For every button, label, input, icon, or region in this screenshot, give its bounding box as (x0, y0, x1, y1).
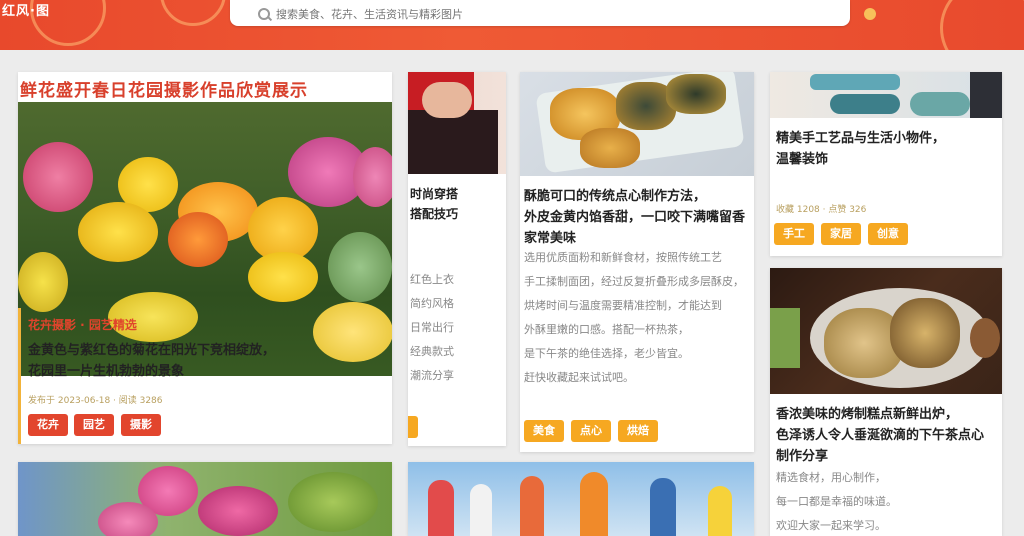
person-image[interactable] (408, 72, 506, 174)
site-logo[interactable]: 红风·图 (2, 0, 50, 19)
search-bar[interactable] (230, 0, 850, 26)
card-title-line: 温馨装饰 (776, 152, 829, 167)
card-text: 精选食材，用心制作， 每一口都是幸福的味道。 欢迎大家一起来学习。 (776, 466, 1000, 536)
top-header: 红风·图 (0, 0, 1024, 50)
card-text-line: 时尚穿搭 (410, 187, 459, 201)
search-input[interactable] (274, 4, 698, 24)
flower-card[interactable] (18, 462, 392, 536)
notification-icon[interactable] (864, 8, 876, 20)
children-image[interactable] (408, 462, 754, 536)
card-text: 选用优质面粉和新鲜食材，按照传统工艺 手工揉制面团，经过反复折叠形成多层酥皮， … (524, 246, 752, 390)
card-title[interactable]: 香浓美味的烤制糕点新鲜出炉， 色泽诱人令人垂涎欲滴的下午茶点心 制作分享 (776, 404, 1000, 467)
tag-button[interactable] (408, 416, 418, 438)
card-text-line: 烘烤时间与温度需要精准控制，才能达到 (524, 299, 722, 312)
card-text-line: 手工揉制面团，经过反复折叠形成多层酥皮， (524, 275, 744, 288)
card-title-line: 色泽诱人令人垂涎欲滴的下午茶点心 (776, 428, 985, 443)
tag-button[interactable]: 摄影 (121, 414, 161, 436)
tag-button[interactable]: 创意 (868, 223, 908, 245)
card-category: 花卉摄影 · 园艺精选 (28, 318, 137, 332)
card-text-line: 精选食材，用心制作， (776, 471, 886, 484)
food-card[interactable]: 香浓美味的烤制糕点新鲜出炉， 色泽诱人令人垂涎欲滴的下午茶点心 制作分享 精选食… (770, 268, 1002, 536)
card-text-line: 经典款式 (410, 345, 454, 358)
tag-button[interactable]: 花卉 (28, 414, 68, 436)
card-text-line: 赶快收藏起来试试吧。 (524, 371, 634, 384)
card-title-line: 花园里一片生机勃勃的景象 (28, 364, 185, 379)
tag-button[interactable]: 美食 (524, 420, 564, 442)
card-text-line: 简约风格 (410, 297, 454, 310)
card-title-line: 外皮金黄内馅香甜，一口咬下满嘴留香 (524, 210, 746, 225)
card-title: 时尚穿搭 搭配技巧 (410, 184, 506, 224)
card-text-line: 潮流分享 (410, 369, 454, 382)
card-meta: 发布于 2023-06-18 · 阅读 3286 (28, 396, 163, 406)
card-banner: 鲜花盛开春日花园摄影作品欣赏展示 (20, 81, 308, 101)
card-title-line: 金黄色与紫红色的菊花在阳光下竞相绽放， (28, 343, 276, 358)
card-title[interactable]: 精美手工艺品与生活小物件， 温馨装饰 (776, 128, 1000, 170)
card-title-line: 酥脆可口的传统点心制作方法， (524, 189, 707, 204)
card-title-line: 香浓美味的烤制糕点新鲜出炉， (776, 407, 959, 422)
card-text-line: 选用优质面粉和新鲜食材，按照传统工艺 (524, 251, 722, 264)
card-text-line: 是下午茶的绝佳选择，老少皆宜。 (524, 347, 689, 360)
tag-button[interactable]: 烘焙 (618, 420, 658, 442)
flower-image[interactable] (18, 102, 392, 376)
card-meta: 收藏 1208 · 点赞 326 (776, 205, 867, 215)
header-decoration (940, 0, 1024, 50)
card-text: 红色上衣 简约风格 日常出行 经典款式 潮流分享 (410, 268, 506, 388)
card-title-line: 制作分享 (776, 449, 829, 464)
tag-button[interactable]: 园艺 (74, 414, 114, 436)
card-text-line: 日常出行 (410, 321, 454, 334)
pastry-image[interactable] (520, 72, 754, 176)
card-title-line: 精美手工艺品与生活小物件， (776, 131, 946, 146)
search-icon[interactable] (258, 8, 270, 20)
craft-image[interactable] (770, 72, 1002, 118)
kids-card[interactable] (408, 462, 754, 536)
card-text-line: 外酥里嫩的口感。搭配一杯热茶， (524, 323, 689, 336)
card-text-line: 欢迎大家一起来学习。 (776, 519, 886, 532)
card-title[interactable]: 酥脆可口的传统点心制作方法， 外皮金黄内馅香甜，一口咬下满嘴留香 家常美味 (524, 186, 752, 249)
tag-button[interactable]: 点心 (571, 420, 611, 442)
craft-card[interactable]: 精美手工艺品与生活小物件， 温馨装饰 收藏 1208 · 点赞 326 手工 家… (770, 72, 1002, 256)
food-card[interactable]: 酥脆可口的传统点心制作方法， 外皮金黄内馅香甜，一口咬下满嘴留香 家常美味 选用… (520, 72, 754, 452)
tag-button[interactable]: 手工 (774, 223, 814, 245)
card-text-line: 搭配技巧 (410, 207, 459, 221)
featured-card[interactable]: 鲜花盛开春日花园摄影作品欣赏展示 花卉摄影 · 园艺精选 金黄色与紫红色的菊花在… (18, 72, 392, 444)
card-text-line: 红色上衣 (410, 273, 454, 286)
fashion-card[interactable]: 时尚穿搭 搭配技巧 红色上衣 简约风格 日常出行 经典款式 潮流分享 (408, 72, 506, 446)
header-decoration (160, 0, 226, 26)
card-title[interactable]: 金黄色与紫红色的菊花在阳光下竞相绽放， 花园里一片生机勃勃的景象 (28, 340, 388, 382)
card-text-line: 每一口都是幸福的味道。 (776, 495, 897, 508)
pastry-image[interactable] (770, 268, 1002, 394)
flower-image[interactable] (18, 462, 392, 536)
tag-button[interactable]: 家居 (821, 223, 861, 245)
